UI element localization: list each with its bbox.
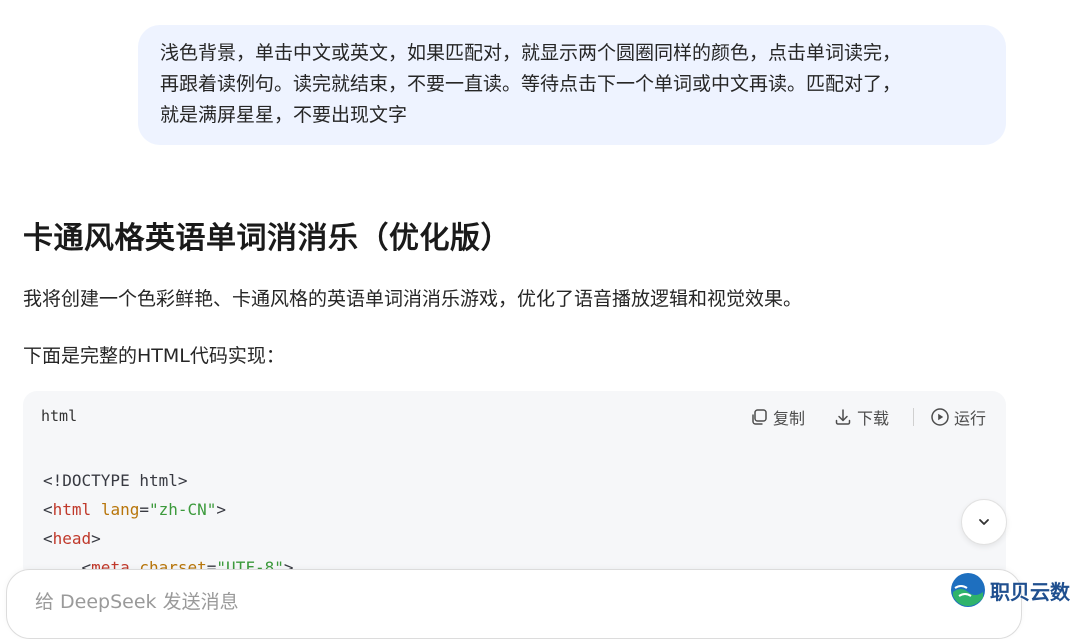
code-line: <!DOCTYPE html>: [43, 471, 188, 490]
download-button[interactable]: 下载: [833, 405, 889, 429]
watermark: 职贝云数: [950, 572, 1070, 608]
code-content: <!DOCTYPE html> <html lang="zh-CN"> <head>…: [43, 466, 294, 581]
watermark-text: 职贝云数: [990, 579, 1070, 604]
response-code-intro: 下面是完整的HTML代码实现：: [23, 345, 285, 367]
play-icon: [931, 408, 949, 426]
response-title: 卡通风格英语单词消消乐（优化版）: [23, 221, 511, 256]
user-message-bubble: 浅色背景，单击中文或英文，如果匹配对，就显示两个圆圈同样的颜色，点击单词读完， …: [138, 25, 1006, 145]
response-intro: 我将创建一个色彩鲜艳、卡通风格的英语单词消消乐游戏，优化了语音播放逻辑和视觉效果…: [23, 288, 803, 310]
user-message-line: 再跟着读例句。读完就结束，不要一直读。等待点击下一个单词或中文再读。匹配对了，: [160, 73, 902, 95]
code-line: <head>: [43, 529, 101, 548]
run-label: 运行: [953, 409, 986, 428]
copy-button[interactable]: 复制: [749, 405, 805, 429]
run-button[interactable]: 运行: [930, 405, 986, 429]
message-input[interactable]: [33, 590, 837, 614]
chevron-down-icon: [979, 519, 989, 525]
user-message-line: 浅色背景，单击中文或英文，如果匹配对，就显示两个圆圈同样的颜色，点击单词读完，: [160, 42, 902, 64]
message-input-container: [6, 569, 1022, 639]
copy-label: 复制: [772, 409, 805, 428]
user-message-line: 就是满屏星星，不要出现文字: [160, 104, 408, 126]
toolbar-divider: [912, 408, 914, 426]
scroll-to-bottom-button[interactable]: [961, 499, 1007, 545]
download-icon: [835, 409, 851, 425]
code-line: <html lang="zh-CN">: [43, 500, 227, 519]
code-language-label: html: [41, 407, 78, 425]
logo-icon: [951, 573, 985, 607]
code-block: html 复制 下载 运行 <!DOCTYPE html> <html lang…: [23, 391, 1006, 581]
code-toolbar: 复制 下载 运行: [749, 405, 986, 429]
download-label: 下载: [856, 409, 889, 428]
copy-icon: [752, 409, 767, 425]
